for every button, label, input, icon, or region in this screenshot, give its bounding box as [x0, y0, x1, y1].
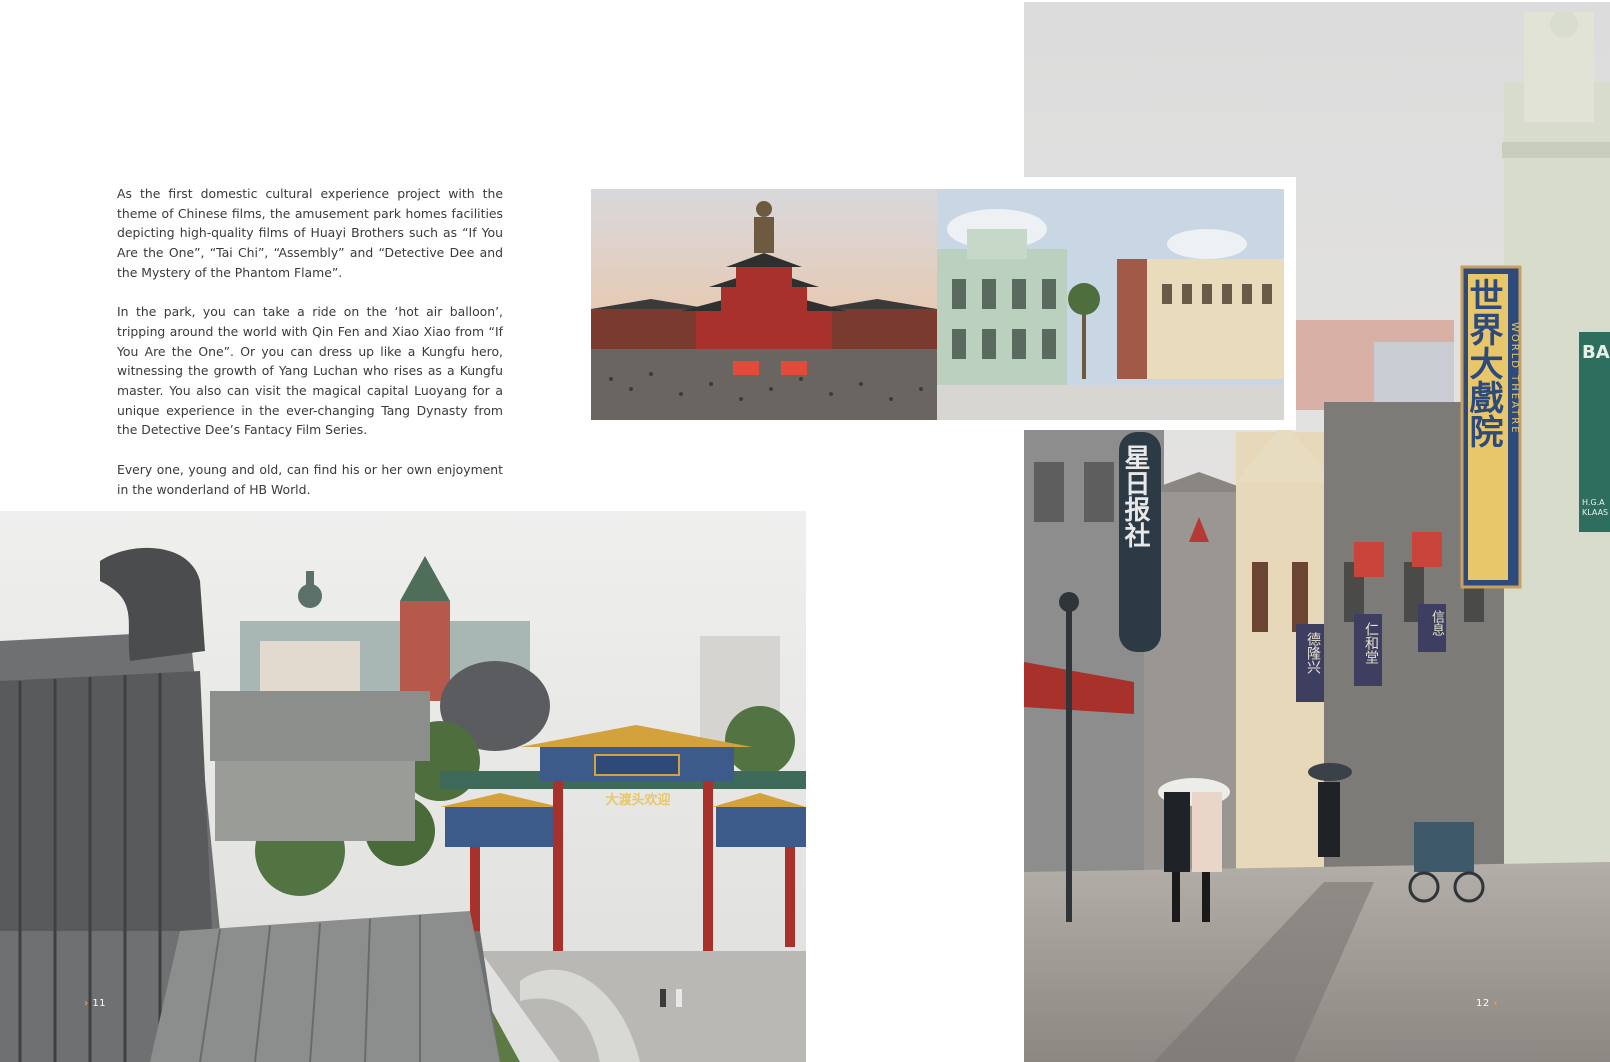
photo-colonial-buildings — [937, 189, 1284, 420]
store-sign: BA — [1582, 342, 1610, 363]
gate-sign: 大渡头欢迎 — [605, 793, 671, 808]
photo-old-street: 世界大戲院 WORLD THEATRE 星日报社 德隆兴 仁和堂 信息 BA H… — [1024, 2, 1610, 1062]
article-text: As the first domestic cultural experienc… — [117, 184, 503, 519]
theatre-sign-english: WORLD THEATRE — [1509, 322, 1520, 435]
paragraph-closing: Every one, young and old, can find his o… — [117, 461, 503, 497]
paragraph-park: In the park, you can take a ride on the … — [117, 304, 503, 438]
page-number-right-label: 12 — [1476, 998, 1490, 1009]
photo-temple — [591, 189, 937, 420]
chevron-left-icon: ‹ — [1493, 998, 1499, 1009]
theatre-sign-chinese: 世界大戲院 — [1463, 278, 1503, 448]
page-number-left-label: 11 — [92, 998, 107, 1009]
banner-middle: 仁和堂 — [1363, 622, 1379, 664]
banner-left: 德隆兴 — [1305, 632, 1321, 674]
paragraph-intro: As the first domestic cultural experienc… — [117, 186, 503, 280]
page-number-right: 12 ‹ — [1476, 998, 1498, 1009]
photo-gate-rooftops: 大渡头欢迎 — [0, 511, 806, 1062]
banner-right: 信息 — [1429, 610, 1444, 636]
chevron-right-icon: › — [84, 998, 89, 1009]
store-sign-sub: H.G.A KLAAS — [1582, 498, 1609, 517]
newspaper-sign: 星日报社 — [1120, 444, 1150, 548]
page-number-left: › 11 — [84, 998, 106, 1009]
